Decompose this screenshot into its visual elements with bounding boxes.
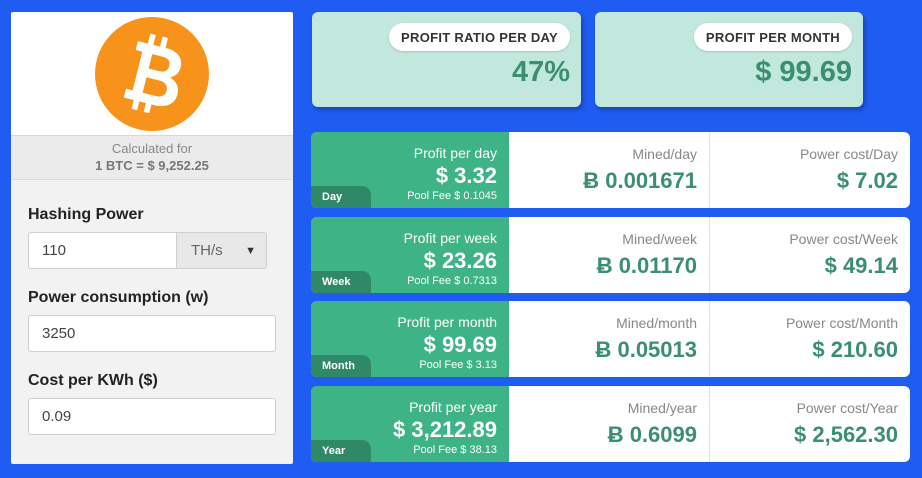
hashing-power-row: TH/s ▼ <box>28 232 276 269</box>
logo-area <box>11 12 293 136</box>
power-cost-cell: Power cost/Year $ 2,562.30 <box>710 386 910 462</box>
profit-label: Profit per month <box>397 314 497 330</box>
result-row-day: Profit per day $ 3.32 Pool Fee $ 0.1045 … <box>311 132 910 208</box>
power-cost-value: $ 7.02 <box>836 168 898 193</box>
profit-per-month-label: PROFIT PER MONTH <box>693 23 852 51</box>
power-cost-value: $ 2,562.30 <box>794 422 898 447</box>
calculation-basis: Calculated for 1 BTC = $ 9,252.25 <box>11 136 293 180</box>
power-consumption-input[interactable] <box>28 315 276 352</box>
mined-value: Ƀ 0.01170 <box>596 253 697 278</box>
period-tab: Day <box>311 186 371 208</box>
calculated-for-label: Calculated for <box>111 141 193 156</box>
power-cost-cell: Power cost/Week $ 49.14 <box>710 217 910 293</box>
hashing-power-input[interactable] <box>28 232 177 269</box>
period-tab: Month <box>311 355 371 377</box>
btc-price-text: 1 BTC = $ 9,252.25 <box>95 158 209 173</box>
power-consumption-row <box>28 315 276 352</box>
input-form: Hashing Power TH/s ▼ Power consumption (… <box>11 180 293 435</box>
profit-label: Profit per day <box>413 145 497 161</box>
result-row-year: Profit per year $ 3,212.89 Pool Fee $ 38… <box>311 386 910 462</box>
cost-per-kwh-row <box>28 398 276 435</box>
hashing-unit-value: TH/s <box>191 242 223 259</box>
mined-cell: Mined/week Ƀ 0.01170 <box>509 217 710 293</box>
profit-cell: Profit per year $ 3,212.89 Pool Fee $ 38… <box>311 386 509 462</box>
power-cost-cell: Power cost/Month $ 210.60 <box>710 301 910 377</box>
profit-cell: Profit per week $ 23.26 Pool Fee $ 0.731… <box>311 217 509 293</box>
profit-cell: Profit per month $ 99.69 Pool Fee $ 3.13… <box>311 301 509 377</box>
hashing-unit-select[interactable]: TH/s ▼ <box>177 232 267 269</box>
mined-value: Ƀ 0.001671 <box>583 168 697 193</box>
power-cost-value: $ 49.14 <box>824 253 898 278</box>
mined-value: Ƀ 0.05013 <box>595 337 697 362</box>
profit-ratio-value: 47% <box>511 56 570 88</box>
profit-ratio-label: PROFIT RATIO PER DAY <box>389 23 570 51</box>
profit-cell: Profit per day $ 3.32 Pool Fee $ 0.1045 … <box>311 132 509 208</box>
caret-down-icon: ▼ <box>245 244 256 257</box>
mined-cell: Mined/day Ƀ 0.001671 <box>509 132 710 208</box>
cost-per-kwh-label: Cost per KWh ($) <box>28 372 158 389</box>
result-row-month: Profit per month $ 99.69 Pool Fee $ 3.13… <box>311 301 910 377</box>
bitcoin-logo-icon <box>95 16 209 131</box>
profit-per-month-value: $ 99.69 <box>755 56 852 88</box>
mined-cell: Mined/year Ƀ 0.6099 <box>509 386 710 462</box>
mined-value: Ƀ 0.6099 <box>607 422 697 447</box>
power-cost-value: $ 210.60 <box>812 337 898 362</box>
hashing-power-label: Hashing Power <box>28 206 144 223</box>
power-cost-label: Power cost/Year <box>796 400 898 416</box>
period-tab: Week <box>311 271 371 293</box>
mined-label: Mined/month <box>616 315 697 331</box>
power-cost-label: Power cost/Month <box>785 315 898 331</box>
power-cost-label: Power cost/Week <box>789 231 898 247</box>
mined-label: Mined/year <box>627 400 697 416</box>
mined-cell: Mined/month Ƀ 0.05013 <box>509 301 710 377</box>
mined-label: Mined/week <box>622 231 697 247</box>
calculator-input-panel: Calculated for 1 BTC = $ 9,252.25 Hashin… <box>11 12 293 464</box>
result-row-week: Profit per week $ 23.26 Pool Fee $ 0.731… <box>311 217 910 293</box>
cost-per-kwh-input[interactable] <box>28 398 276 435</box>
profit-label: Profit per week <box>403 230 497 246</box>
profit-ratio-card: PROFIT RATIO PER DAY 47% <box>312 12 581 107</box>
period-tab: Year <box>311 440 371 462</box>
power-cost-cell: Power cost/Day $ 7.02 <box>710 132 910 208</box>
power-cost-label: Power cost/Day <box>799 146 898 162</box>
mined-label: Mined/day <box>632 146 697 162</box>
profit-label: Profit per year <box>409 399 497 415</box>
profit-per-month-card: PROFIT PER MONTH $ 99.69 <box>595 12 863 107</box>
power-consumption-label: Power consumption (w) <box>28 289 209 306</box>
